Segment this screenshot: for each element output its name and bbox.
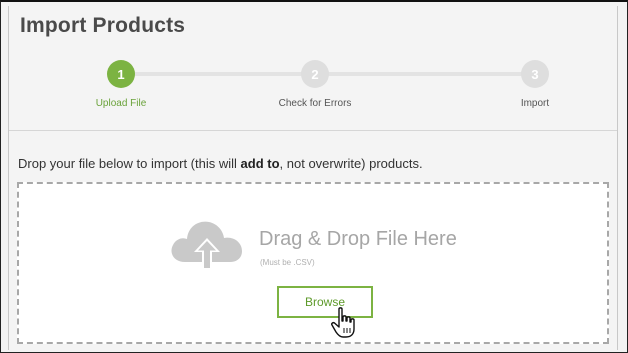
instructions-prefix: Drop your file below to import (this wil… [18, 156, 241, 171]
stepper-track-1-2 [133, 72, 309, 76]
section-divider [9, 130, 617, 131]
hand-pointer-icon [331, 307, 355, 338]
progress-stepper: 1 2 3 Upload File Check for Errors Impor… [9, 56, 617, 116]
stepper-track-2-3 [321, 72, 535, 76]
file-dropzone[interactable]: Drag & Drop File Here (Must be .CSV) Bro… [17, 182, 609, 344]
step-1-indicator: 1 [107, 60, 135, 88]
instructions-emphasis: add to [240, 156, 280, 171]
import-panel: Import Products 1 2 3 Upload File Check … [8, 6, 618, 350]
instructions-suffix: , not overwrite) products. [279, 156, 423, 171]
cloud-upload-icon [171, 221, 242, 270]
step-2-indicator: 2 [301, 60, 329, 88]
step-2-label: Check for Errors [278, 98, 352, 109]
step-1-label: Upload File [95, 98, 147, 109]
import-instructions: Drop your file below to import (this wil… [18, 156, 423, 171]
step-3-indicator: 3 [521, 60, 549, 88]
window-frame: Import Products 1 2 3 Upload File Check … [0, 0, 628, 353]
step-3-label: Import [520, 98, 550, 109]
dropzone-title: Drag & Drop File Here [259, 228, 457, 250]
dropzone-subtitle: (Must be .CSV) [260, 258, 315, 267]
page-title: Import Products [20, 14, 186, 37]
